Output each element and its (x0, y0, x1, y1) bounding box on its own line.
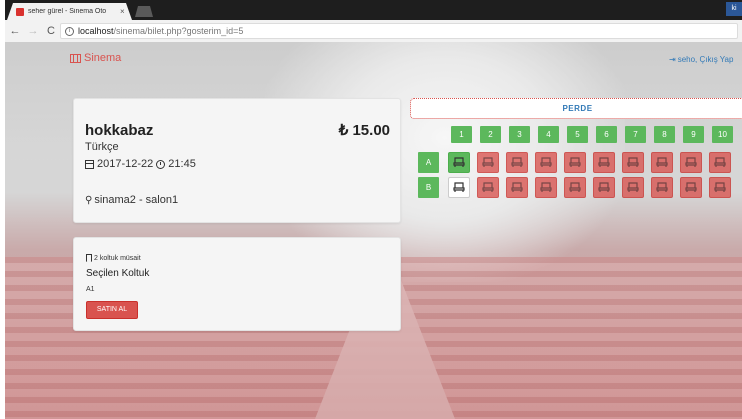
chair-icon (627, 157, 639, 167)
tab-strip: seher gürel - Sinema Oto × ki (5, 0, 742, 20)
column-number-5: 5 (567, 126, 588, 143)
logout-link[interactable]: ⇥ seho, Çıkış Yap (669, 55, 733, 64)
chair-icon (714, 157, 726, 167)
browser-toolbar: ← → C i localhost/sinema/bilet.php?goste… (5, 20, 742, 42)
seat-b2[interactable] (477, 177, 499, 198)
availability-text: 2 koltuk müsait (94, 254, 141, 262)
chair-icon (714, 182, 726, 192)
chair-icon (453, 157, 465, 167)
chair-icon (453, 182, 465, 192)
column-number-6: 6 (596, 126, 617, 143)
seat-b1[interactable] (448, 177, 470, 198)
column-number-4: 4 (538, 126, 559, 143)
chair-icon (482, 157, 494, 167)
favicon-icon (16, 7, 24, 16)
url-host: localhost (78, 26, 114, 36)
seat-a10[interactable] (709, 152, 731, 173)
new-tab-button[interactable] (135, 6, 153, 17)
seat-a2[interactable] (477, 152, 499, 173)
seat-a4[interactable] (535, 152, 557, 173)
info-icon[interactable]: i (65, 26, 74, 36)
chair-icon (598, 157, 610, 167)
buy-button[interactable]: SATIN AL (86, 301, 138, 319)
map-marker-icon: ⚲ (85, 194, 93, 206)
clock-icon (156, 159, 166, 169)
chair-icon (598, 182, 610, 192)
brand-link[interactable]: Sinema (70, 52, 121, 64)
browser-window: seher gürel - Sinema Oto × ki ← → C i lo… (5, 0, 742, 42)
seat-b9[interactable] (680, 177, 702, 198)
back-button[interactable]: ← (7, 23, 23, 39)
browser-tab[interactable]: seher gürel - Sinema Oto × (7, 3, 132, 20)
chair-icon (685, 157, 697, 167)
column-number-8: 8 (654, 126, 675, 143)
seat-b7[interactable] (622, 177, 644, 198)
column-number-3: 3 (509, 126, 530, 143)
show-date: 2017-12-22 (97, 158, 154, 170)
tab-close-icon[interactable]: × (120, 7, 125, 16)
page-content: Sinema ⇥ seho, Çıkış Yap hokkabaz ₺ 15.0… (5, 42, 742, 419)
url-path: /sinema/bilet.php?gosterim_id=5 (113, 26, 244, 36)
chair-icon (656, 182, 668, 192)
seat-a3[interactable] (506, 152, 528, 173)
chair-icon (685, 182, 697, 192)
chair-icon (511, 182, 523, 192)
seat-b4[interactable] (535, 177, 557, 198)
tab-title: seher gürel - Sinema Oto (28, 8, 107, 15)
chair-icon (656, 157, 668, 167)
column-number-1: 1 (451, 126, 472, 143)
movie-info-card: hokkabaz ₺ 15.00 Türkçe 2017-12-22 21:45… (73, 98, 401, 223)
film-icon (70, 53, 81, 63)
url-text: localhost/sinema/bilet.php?gosterim_id=5 (78, 26, 243, 36)
calendar-icon (85, 159, 94, 169)
showtime: 2017-12-22 21:45 (85, 158, 196, 170)
sign-out-icon: ⇥ (669, 55, 676, 64)
availability: 2 koltuk müsait (86, 254, 141, 262)
column-number-2: 2 (480, 126, 501, 143)
seat-b3[interactable] (506, 177, 528, 198)
forward-button[interactable]: → (25, 23, 41, 39)
address-bar[interactable]: i localhost/sinema/bilet.php?gosterim_id… (60, 23, 738, 39)
show-time: 21:45 (168, 158, 196, 170)
column-number-10: 10 (712, 126, 733, 143)
chair-icon (569, 182, 581, 192)
reload-button[interactable]: C (43, 23, 59, 39)
chair-icon (482, 182, 494, 192)
ticket-price: ₺ 15.00 (338, 122, 390, 139)
logout-label: seho, Çıkış Yap (677, 55, 734, 64)
movie-title: hokkabaz (85, 122, 154, 139)
bookmark-icon (86, 254, 92, 262)
seat-a6[interactable] (593, 152, 615, 173)
chair-icon (540, 157, 552, 167)
seat-b5[interactable] (564, 177, 586, 198)
profile-button[interactable]: ki (726, 2, 742, 16)
movie-language: Türkçe (85, 141, 119, 153)
screen-label: PERDE (410, 98, 742, 119)
column-number-9: 9 (683, 126, 704, 143)
chair-icon (627, 182, 639, 192)
chair-icon (569, 157, 581, 167)
chair-icon (540, 182, 552, 192)
selected-seat-value: A1 (86, 286, 95, 293)
hall-location: ⚲ sinama2 - salon1 (85, 194, 178, 206)
column-number-7: 7 (625, 126, 646, 143)
seat-a8[interactable] (651, 152, 673, 173)
row-label-b: B (418, 177, 439, 198)
row-label-a: A (418, 152, 439, 173)
brand-label: Sinema (84, 52, 122, 64)
seat-a5[interactable] (564, 152, 586, 173)
chair-icon (511, 157, 523, 167)
seat-b6[interactable] (593, 177, 615, 198)
seat-b10[interactable] (709, 177, 731, 198)
seat-selection-card: 2 koltuk müsait Seçilen Koltuk A1 SATIN … (73, 237, 401, 331)
selected-seat-label: Seçilen Koltuk (86, 268, 150, 279)
seat-a7[interactable] (622, 152, 644, 173)
seat-a1[interactable] (448, 152, 470, 173)
seat-b8[interactable] (651, 177, 673, 198)
hall-name: sinama2 - salon1 (94, 194, 179, 206)
seat-a9[interactable] (680, 152, 702, 173)
